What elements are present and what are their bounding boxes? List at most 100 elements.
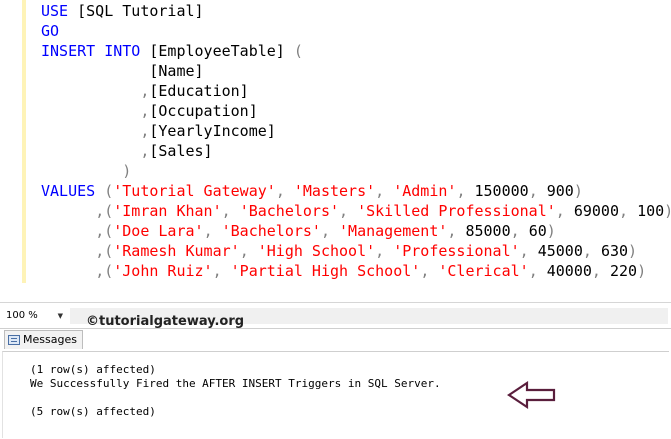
code-line: ,[Education] (41, 81, 671, 101)
number-literal: 630 (600, 242, 629, 260)
paren: ) (628, 242, 638, 260)
message-line: We Successfully Fired the AFTER INSERT T… (30, 377, 441, 390)
code-line: INSERT INTO [EmployeeTable] ( (41, 41, 671, 61)
string-literal: 'Imran Khan' (113, 202, 222, 220)
zoom-value: 100 % (6, 310, 38, 321)
comma: , (375, 182, 394, 200)
keyword: INSERT INTO (41, 42, 150, 60)
punctuation: ) (122, 162, 132, 180)
code-line: [Name] (41, 61, 671, 81)
keyword: GO (41, 22, 60, 40)
punctuation: ( (293, 42, 303, 60)
query-editor[interactable]: USE [SQL Tutorial] GO INSERT INTO [Employe… (0, 0, 671, 302)
messages-icon (8, 335, 20, 345)
messages-panel: (1 row(s) affected) We Successfully Fired… (2, 351, 669, 438)
comma: , (582, 242, 601, 260)
string-literal: 'Doe Lara' (113, 222, 204, 240)
tab-messages-label: Messages (23, 333, 77, 346)
string-literal: 'Partial High School' (230, 262, 421, 280)
comma: , (275, 182, 294, 200)
keyword: VALUES (41, 182, 105, 200)
number-literal: 100 (637, 202, 665, 220)
string-literal: 'Skilled Professional' (357, 202, 556, 220)
comma: , (212, 262, 231, 280)
number-literal: 150000 (474, 182, 529, 200)
number-literal: 85000 (465, 222, 511, 240)
comma: , (339, 202, 358, 220)
string-literal: 'Masters' (293, 182, 376, 200)
comma: , (95, 202, 105, 220)
watermark: ©tutorialgateway.org (86, 314, 245, 329)
string-literal: 'Bachelors' (221, 222, 321, 240)
comma: , (239, 242, 258, 260)
paren: ( (104, 182, 114, 200)
comma: , (528, 182, 547, 200)
number-literal: 69000 (573, 202, 619, 220)
message-lines: (1 row(s) affected) We Successfully Fired… (30, 363, 441, 419)
number-literal: 900 (546, 182, 574, 200)
message-line: (5 row(s) affected) (30, 405, 156, 418)
string-literal: 'Ramesh Kumar' (113, 242, 240, 260)
code-line: VALUES ('Tutorial Gateway', 'Masters', '… (41, 181, 671, 201)
paren: ( (104, 222, 114, 240)
sql-code[interactable]: USE [SQL Tutorial] GO INSERT INTO [Employe… (41, 1, 671, 281)
paren: ( (104, 242, 114, 260)
comma: , (619, 202, 638, 220)
string-literal: 'John Ruiz' (113, 262, 213, 280)
code-line: ,('Ramesh Kumar', 'High School', 'Profes… (41, 241, 671, 261)
comma: , (555, 202, 574, 220)
comma: , (95, 262, 105, 280)
message-line: (1 row(s) affected) (30, 363, 156, 376)
identifier: [Occupation] (149, 102, 258, 120)
chevron-down-icon: ▼ (57, 312, 63, 320)
editor-status-strip: 100 % ▼ ©tutorialgateway.org (0, 302, 671, 329)
string-literal: 'Tutorial Gateway' (113, 182, 276, 200)
comma: , (320, 222, 340, 240)
identifier: [Education] (149, 82, 249, 100)
code-line: ,('John Ruiz', 'Partial High School', 'C… (41, 261, 671, 281)
tab-messages[interactable]: Messages (4, 330, 83, 349)
change-tracking-bar (22, 0, 26, 283)
comma: , (221, 202, 240, 220)
keyword: USE (41, 2, 78, 20)
comma: , (519, 242, 538, 260)
message-line (30, 391, 441, 405)
code-line: ,('Doe Lara', 'Bachelors', 'Management',… (41, 221, 671, 241)
paren: ) (637, 262, 647, 280)
zoom-dropdown[interactable]: 100 % ▼ (3, 308, 67, 324)
paren: ) (573, 182, 583, 200)
string-literal: 'Clerical' (438, 262, 529, 280)
paren: ) (546, 222, 556, 240)
code-line: ) (41, 161, 671, 181)
comma: , (510, 222, 529, 240)
number-literal: 40000 (546, 262, 592, 280)
comma: , (375, 242, 394, 260)
string-literal: 'Admin' (393, 182, 457, 200)
string-literal: 'High School' (257, 242, 376, 260)
string-literal: 'Management' (339, 222, 448, 240)
string-literal: 'Professional' (393, 242, 520, 260)
comma: , (447, 222, 466, 240)
identifier: [SQL Tutorial] (77, 2, 204, 20)
code-line: ,[Occupation] (41, 101, 671, 121)
comma: , (591, 262, 610, 280)
comma: , (528, 262, 547, 280)
number-literal: 220 (609, 262, 638, 280)
comma: , (420, 262, 439, 280)
code-line: GO (41, 21, 671, 41)
number-literal: 45000 (537, 242, 583, 260)
comma: , (456, 182, 475, 200)
identifier: [Name] (149, 62, 204, 80)
comma: , (95, 242, 105, 260)
number-literal: 60 (528, 222, 547, 240)
paren: ) (664, 202, 671, 220)
